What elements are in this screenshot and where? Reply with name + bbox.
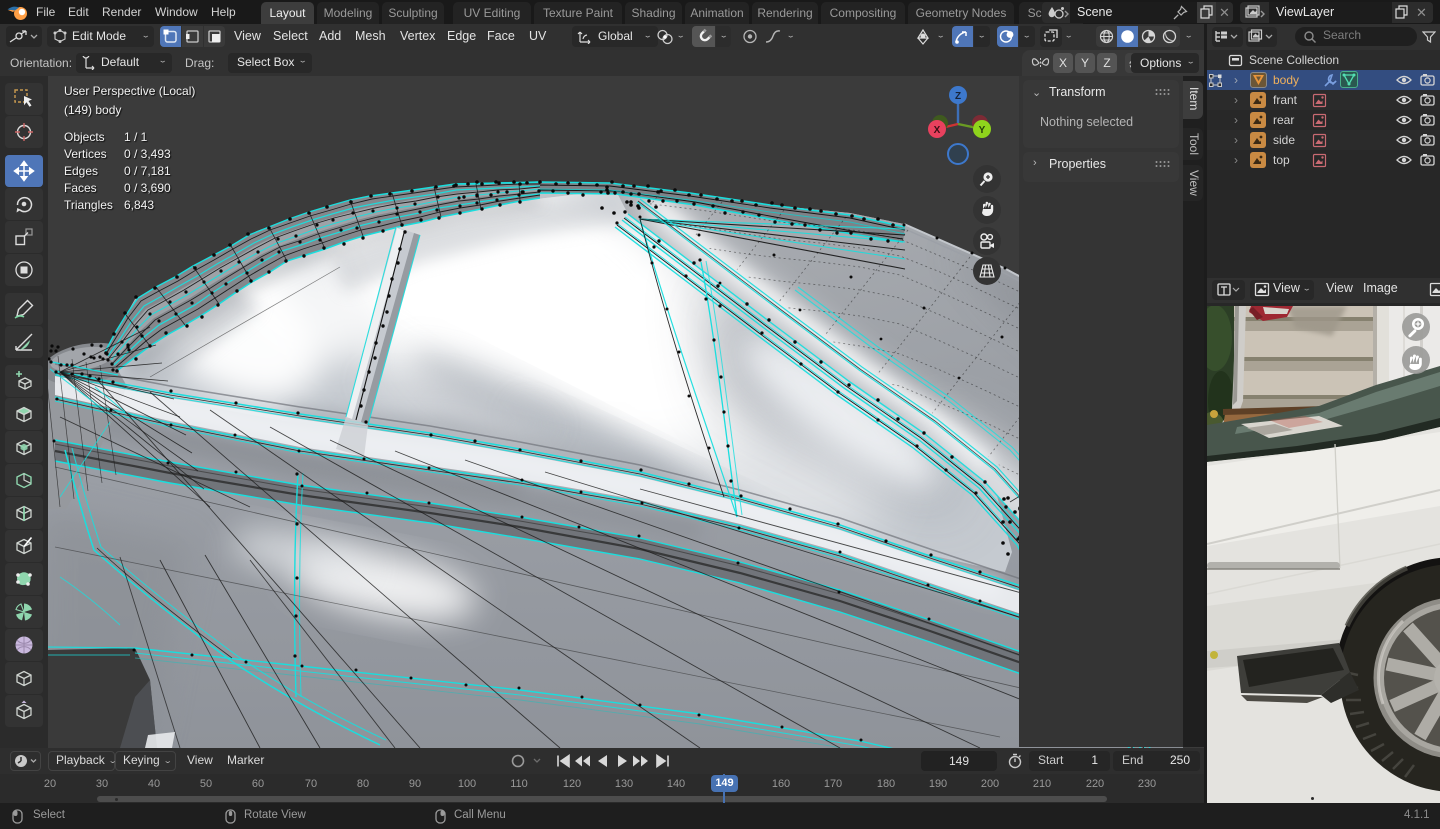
svg-text:Z: Z <box>955 91 961 102</box>
svg-text:Y: Y <box>979 125 986 136</box>
svg-text:X: X <box>934 125 941 136</box>
